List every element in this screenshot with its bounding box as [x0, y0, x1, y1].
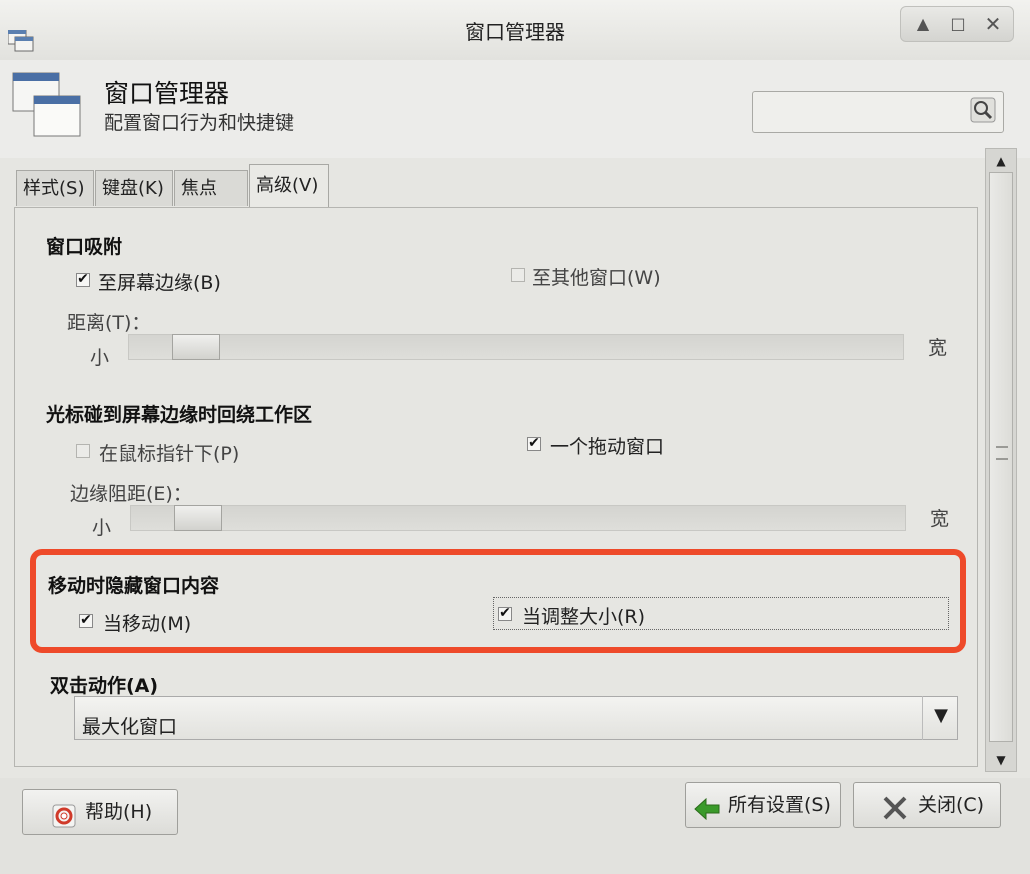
maximize-up-icon[interactable]: ▲: [910, 12, 936, 36]
snap-other-windows-label[interactable]: 至其他窗口(W): [532, 263, 661, 290]
help-button-label: 帮助(H): [85, 801, 153, 823]
snap-max-label: 宽: [928, 337, 948, 359]
tab-focus[interactable]: 焦点(F): [174, 170, 248, 235]
close-button[interactable]: 关闭(C): [853, 782, 1001, 828]
window-manager-icon: [12, 72, 82, 138]
page-title: 窗口管理器: [104, 79, 230, 108]
help-button[interactable]: 帮助(H): [22, 789, 178, 835]
restore-icon[interactable]: □: [945, 12, 971, 36]
hide-when-resizing-checkbox[interactable]: ✔: [498, 606, 512, 621]
wrap-under-pointer-checkbox[interactable]: [76, 444, 90, 458]
double-click-selected-value[interactable]: 最大化窗口: [82, 712, 177, 739]
hide-section-title: 移动时隐藏窗口内容: [48, 575, 220, 597]
snap-distance-slider[interactable]: [128, 334, 904, 360]
window-title: 窗口管理器: [465, 20, 565, 44]
wrap-drag-window-label[interactable]: 一个拖动窗口: [550, 432, 664, 459]
snap-screen-edge-label[interactable]: 至屏幕边缘(B): [98, 268, 221, 295]
all-settings-button-label: 所有设置(S): [728, 794, 831, 816]
close-window-icon[interactable]: ✕: [980, 12, 1006, 36]
tab-advanced[interactable]: 高级(V): [249, 164, 329, 208]
hide-when-moving-label[interactable]: 当移动(M): [103, 609, 191, 636]
double-click-action-select[interactable]: [74, 696, 958, 740]
snap-distance-slider-thumb[interactable]: [171, 334, 220, 360]
wrap-resistance-label: 边缘阻距(E)：: [70, 483, 192, 505]
close-icon: [882, 793, 907, 820]
wrap-min-label: 小: [92, 517, 112, 539]
back-arrow-icon: [694, 793, 720, 821]
wrap-section-title: 光标碰到屏幕边缘时回绕工作区: [46, 404, 313, 426]
double-click-section-title: 双击动作(A): [50, 675, 159, 697]
hide-when-resizing-label[interactable]: 当调整大小(R): [522, 602, 645, 629]
wrap-max-label: 宽: [930, 508, 950, 530]
wrap-drag-window-checkbox[interactable]: ✔: [527, 436, 541, 451]
dropdown-arrow-icon[interactable]: ▼: [922, 696, 959, 740]
snap-screen-edge-checkbox[interactable]: ✔: [76, 272, 90, 287]
scroll-up-icon[interactable]: ▲: [987, 150, 1015, 172]
help-icon: [52, 800, 76, 828]
tab-keyboard[interactable]: 键盘(K): [95, 170, 173, 206]
snap-distance-label: 距离(T)：: [67, 312, 151, 334]
snap-section-title: 窗口吸附: [46, 236, 123, 258]
wrap-resistance-slider-thumb[interactable]: [173, 505, 222, 531]
search-field[interactable]: [752, 91, 1004, 133]
all-settings-button[interactable]: 所有设置(S): [685, 782, 841, 828]
scroll-down-icon[interactable]: ▼: [987, 749, 1015, 771]
hide-when-moving-checkbox[interactable]: ✔: [79, 613, 93, 628]
wrap-resistance-slider[interactable]: [130, 505, 906, 531]
page-subtitle: 配置窗口行为和快捷键: [104, 112, 295, 134]
snap-min-label: 小: [90, 347, 110, 369]
scrollbar-grip-icon: [996, 446, 1008, 460]
wrap-under-pointer-label[interactable]: 在鼠标指针下(P): [99, 439, 239, 466]
tab-style[interactable]: 样式(S): [16, 170, 94, 206]
close-button-label: 关闭(C): [918, 794, 985, 816]
search-icon[interactable]: [970, 97, 996, 123]
snap-other-windows-checkbox[interactable]: [511, 268, 525, 282]
